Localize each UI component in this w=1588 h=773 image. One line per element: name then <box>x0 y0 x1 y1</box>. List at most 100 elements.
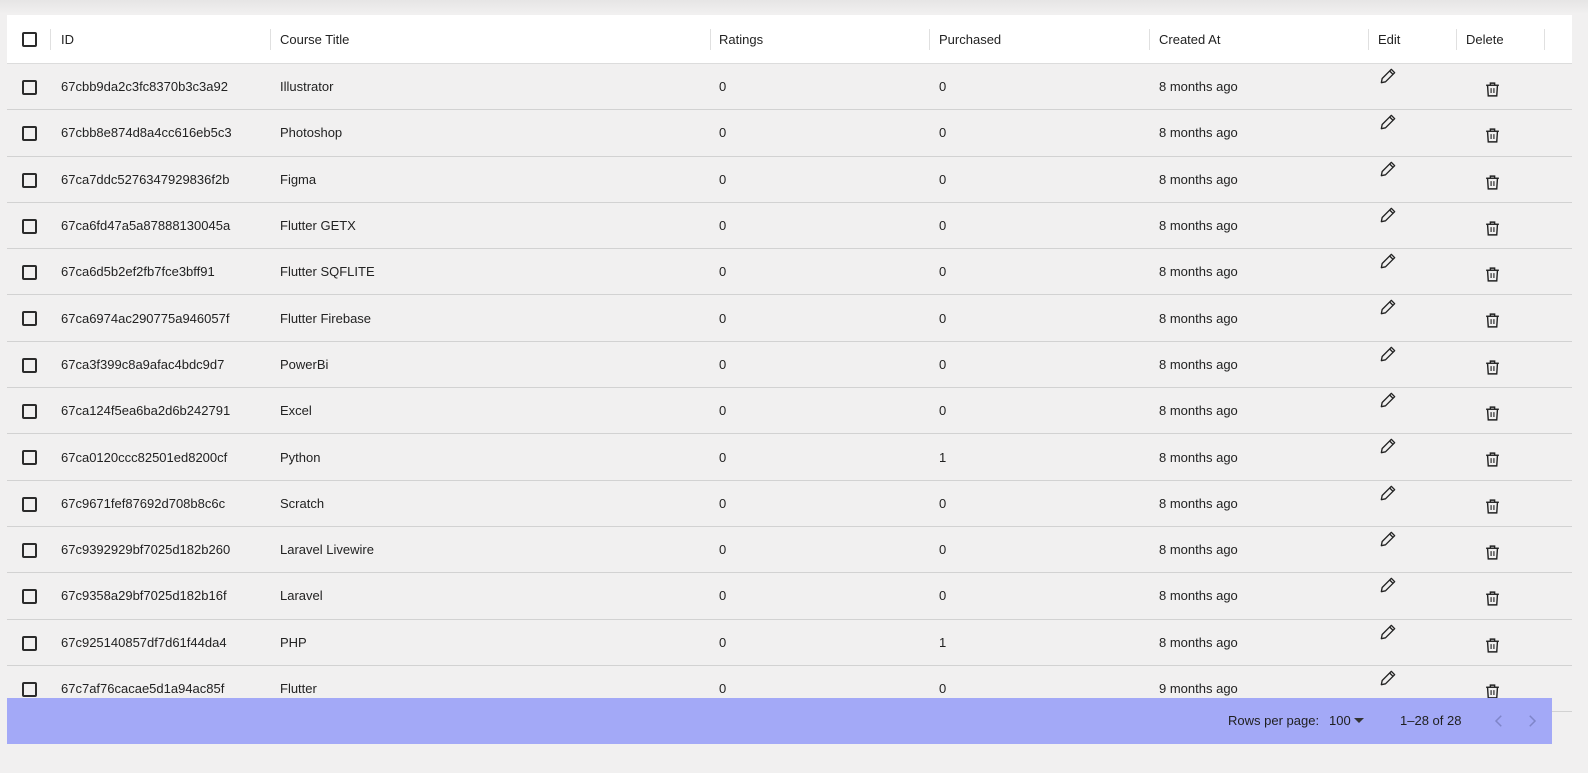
row-select-checkbox[interactable] <box>22 404 37 420</box>
row-select-checkbox[interactable] <box>22 589 37 605</box>
trash-icon[interactable] <box>1484 312 1501 329</box>
row-select-checkbox[interactable] <box>22 635 37 651</box>
pagination-range: 1–28 of 28 <box>1400 713 1462 728</box>
table-row[interactable]: 67c9671fef87692d708b8c6c Scratch 0 0 8 month… <box>7 481 1572 527</box>
cell-purchased: 0 <box>939 495 947 511</box>
pencil-icon[interactable] <box>1378 483 1398 503</box>
column-header-edit[interactable]: Edit <box>1368 15 1400 64</box>
table-row[interactable]: 67c925140857df7d61f44da4 PHP 0 1 8 months ag… <box>7 620 1572 666</box>
trash-icon[interactable] <box>1484 220 1501 237</box>
trash-icon[interactable] <box>1484 637 1501 654</box>
row-select-checkbox[interactable] <box>22 218 37 234</box>
cell-ratings: 0 <box>719 588 727 604</box>
row-select-checkbox[interactable] <box>22 681 37 697</box>
cell-purchased: 0 <box>939 171 947 187</box>
cell-title: Scratch <box>280 495 325 511</box>
trash-icon[interactable] <box>1484 266 1501 283</box>
table-row[interactable]: 67ca0120ccc82501ed8200cf Python 0 1 8 months… <box>7 434 1572 481</box>
pencil-icon[interactable] <box>1378 436 1398 456</box>
rows-per-page-label: Rows per page: <box>1228 713 1320 728</box>
row-select-checkbox[interactable] <box>22 542 37 558</box>
trash-icon[interactable] <box>1484 81 1501 98</box>
cell-created: 8 months ago <box>1159 79 1238 95</box>
row-select-checkbox[interactable] <box>22 126 37 142</box>
cell-id: 67cbb8e874d8a4cc616eb5c3 <box>61 125 232 141</box>
pencil-icon[interactable] <box>1378 112 1398 132</box>
pencil-icon[interactable] <box>1378 297 1398 317</box>
trash-icon[interactable] <box>1484 498 1501 515</box>
pencil-icon[interactable] <box>1378 622 1398 642</box>
table-row[interactable]: 67c9392929bf7025d182b260 Laravel Livewire… <box>7 527 1572 574</box>
cell-title: Illustrator <box>280 79 334 95</box>
cell-id: 67ca0120ccc82501ed8200cf <box>61 449 228 465</box>
column-header-course-title[interactable]: Course Title <box>270 15 349 64</box>
cell-title: Flutter SQFLITE <box>280 264 375 280</box>
chevron-left-icon[interactable] <box>1490 712 1508 730</box>
cell-id: 67c925140857df7d61f44da4 <box>61 634 227 650</box>
table-row[interactable]: 67ca6974ac290775a946057f Flutter Firebase… <box>7 295 1572 342</box>
column-header-purchased[interactable]: Purchased <box>929 15 1001 64</box>
row-select-checkbox[interactable] <box>22 496 37 512</box>
pencil-icon[interactable] <box>1378 575 1398 595</box>
trash-icon[interactable] <box>1484 544 1501 561</box>
trash-icon[interactable] <box>1484 405 1501 422</box>
column-header-id[interactable]: ID <box>51 15 74 64</box>
table-row[interactable]: 67cbb9da2c3fc8370b3c3a92 Illustrator 0 0 8 m… <box>7 64 1572 111</box>
cell-created: 8 months ago <box>1159 356 1238 372</box>
cell-purchased: 1 <box>939 634 947 650</box>
row-select-checkbox[interactable] <box>22 450 37 466</box>
trash-icon[interactable] <box>1484 590 1501 607</box>
column-header-delete[interactable]: Delete <box>1456 15 1504 64</box>
table-footer: Rows per page: 100 1–28 of 28 <box>7 698 1552 744</box>
trash-icon[interactable] <box>1484 359 1501 376</box>
table-row[interactable]: 67ca7ddc5276347929836f2b Figma 0 0 8 months … <box>7 157 1572 203</box>
column-header-created-at[interactable]: Created At <box>1149 15 1220 64</box>
cell-ratings: 0 <box>719 125 727 141</box>
chevron-right-icon[interactable] <box>1523 712 1541 730</box>
pencil-icon[interactable] <box>1378 159 1398 179</box>
select-all-checkbox[interactable] <box>22 32 37 47</box>
pencil-icon[interactable] <box>1378 529 1398 549</box>
trash-icon[interactable] <box>1484 451 1501 468</box>
cell-created: 8 months ago <box>1159 542 1238 558</box>
cell-id: 67c9358a29bf7025d182b16f <box>61 588 227 604</box>
cell-purchased: 0 <box>939 542 947 558</box>
pencil-icon[interactable] <box>1378 668 1398 688</box>
table-row[interactable]: 67ca124f5ea6ba2d6b242791 Excel 0 0 8 months … <box>7 388 1572 435</box>
cell-created: 8 months ago <box>1159 310 1238 326</box>
cell-purchased: 0 <box>939 264 947 280</box>
trash-icon[interactable] <box>1484 127 1501 144</box>
row-select-checkbox[interactable] <box>22 265 37 281</box>
trash-icon[interactable] <box>1484 174 1501 191</box>
row-select-checkbox[interactable] <box>22 311 37 327</box>
cell-created: 8 months ago <box>1159 264 1238 280</box>
column-separator[interactable] <box>1544 29 1545 50</box>
column-header-ratings[interactable]: Ratings <box>709 15 763 64</box>
cell-ratings: 0 <box>719 403 727 419</box>
pencil-icon[interactable] <box>1378 66 1398 86</box>
cell-title: Figma <box>280 171 317 187</box>
table-row[interactable]: 67ca3f399c8a9afac4bdc9d7 PowerBi 0 0 8 month… <box>7 342 1572 389</box>
pencil-icon[interactable] <box>1378 344 1398 364</box>
cell-purchased: 0 <box>939 588 947 604</box>
cell-title: Excel <box>280 403 312 419</box>
cell-ratings: 0 <box>719 634 727 650</box>
cell-created: 8 months ago <box>1159 634 1238 650</box>
row-select-checkbox[interactable] <box>22 172 37 188</box>
cell-created: 8 months ago <box>1159 218 1238 234</box>
cell-ratings: 0 <box>719 495 727 511</box>
pencil-icon[interactable] <box>1378 251 1398 271</box>
table-row[interactable]: 67c9358a29bf7025d182b16f Laravel 0 0 8 month… <box>7 573 1572 620</box>
cell-purchased: 0 <box>939 403 947 419</box>
row-select-checkbox[interactable] <box>22 357 37 373</box>
table-row[interactable]: 67ca6d5b2ef2fb7fce3bff91 Flutter SQFLITE 0… <box>7 249 1572 296</box>
rows-per-page-select[interactable]: 100 <box>1329 713 1351 728</box>
cell-id: 67ca7ddc5276347929836f2b <box>61 171 230 187</box>
caret-down-icon[interactable] <box>1354 718 1364 723</box>
table-row[interactable]: 67cbb8e874d8a4cc616eb5c3 Photoshop 0 0 8 mon… <box>7 110 1572 157</box>
table-row[interactable]: 67ca6fd47a5a87888130045a Flutter GETX 0 0 8 … <box>7 203 1572 250</box>
row-select-checkbox[interactable] <box>22 80 37 95</box>
pencil-icon[interactable] <box>1378 390 1398 410</box>
pencil-icon[interactable] <box>1378 205 1398 225</box>
cell-created: 8 months ago <box>1159 125 1238 141</box>
